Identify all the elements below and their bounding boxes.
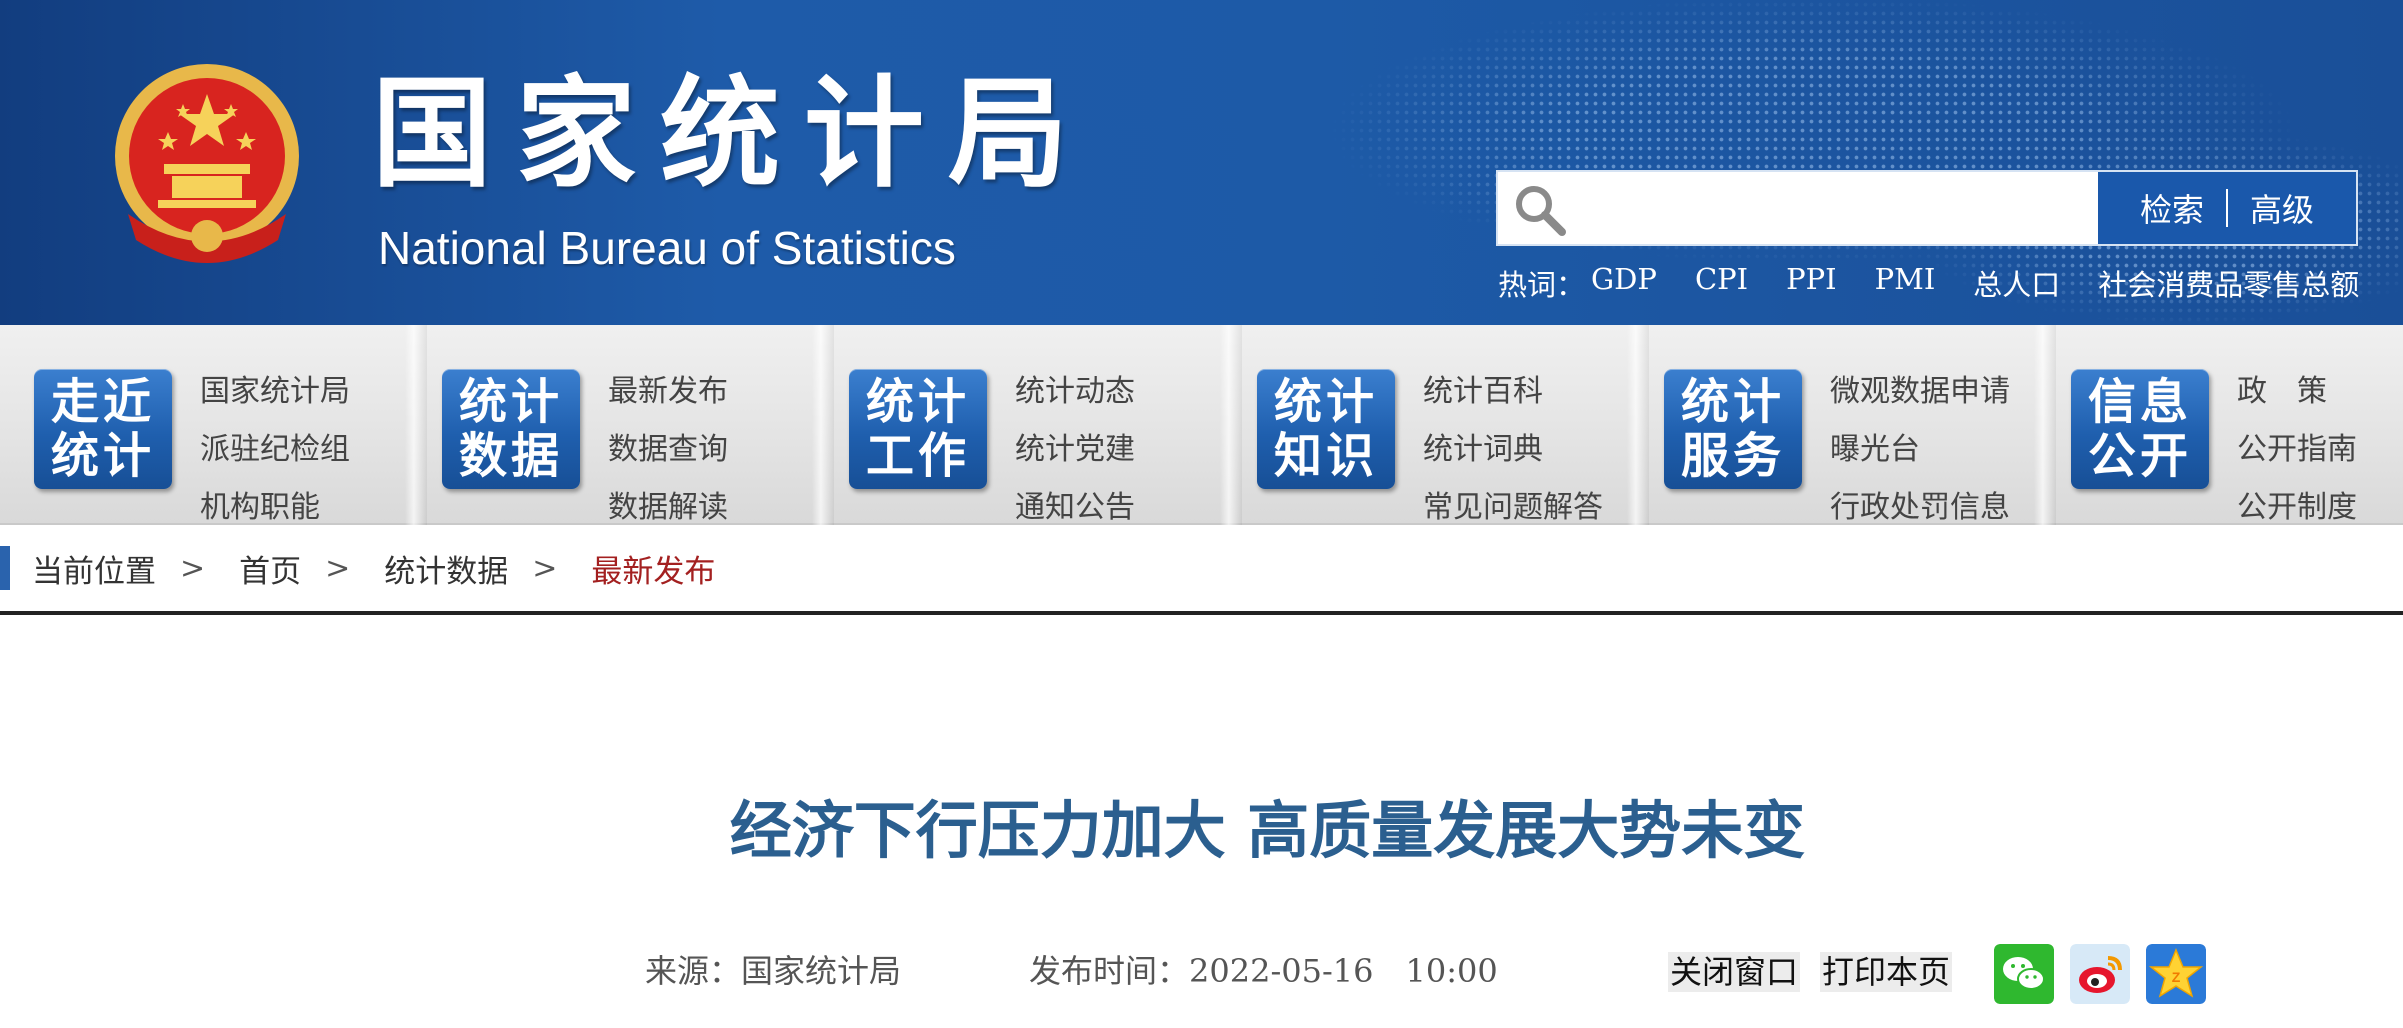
nav-tile-line: 统计 xyxy=(458,374,563,430)
hot-words-label: 热词： xyxy=(1498,268,1586,302)
article-source: 来源：国家统计局 xyxy=(645,952,902,990)
qzone-icon[interactable]: Z xyxy=(2146,944,2206,1004)
nav-link[interactable]: 统计党建 xyxy=(1015,421,1135,479)
hot-word-link[interactable]: PPI xyxy=(1786,262,1836,304)
svg-text:Z: Z xyxy=(2172,969,2181,985)
article-publish-time: 发布时间：2022-05-16 10:00 xyxy=(1029,952,1498,990)
nav-tile-line: 走近 xyxy=(50,374,155,430)
nav-link[interactable]: 公开指南 xyxy=(2237,421,2357,479)
breadcrumb-separator: > xyxy=(180,550,206,586)
search-icon xyxy=(1516,186,1566,236)
nav-tile-data[interactable]: 统计 数据 xyxy=(442,369,580,489)
wechat-icon[interactable] xyxy=(1994,944,2054,1004)
nav-links: 国家统计局 派驻纪检组 机构职能 xyxy=(200,363,350,537)
breadcrumb: 当前位置 > 首页 > 统计数据 > 最新发布 xyxy=(0,525,2403,615)
hot-word-link[interactable]: 总人口 xyxy=(1973,262,2060,304)
nav-tile-work[interactable]: 统计 工作 xyxy=(849,369,987,489)
site-header: 国家统计局 National Bureau of Statistics 检索 高… xyxy=(0,0,2403,325)
nav-link[interactable]: 最新发布 xyxy=(608,363,728,421)
nav-link[interactable]: 派驻纪检组 xyxy=(200,421,350,479)
breadcrumb-current[interactable]: 最新发布 xyxy=(591,546,715,591)
nav-tile-line: 统计 xyxy=(50,428,155,484)
nav-tile-line: 统计 xyxy=(1273,374,1378,430)
hot-words: 热词： GDP CPI PPI PMI 总人口 社会消费品零售总额 xyxy=(1498,262,2359,304)
nav-link[interactable]: 数据查询 xyxy=(608,421,728,479)
hot-word-link[interactable]: 社会消费品零售总额 xyxy=(2098,262,2359,304)
nav-links: 统计动态 统计党建 通知公告 xyxy=(1015,363,1135,537)
national-emblem-icon xyxy=(115,64,299,263)
nav-link[interactable]: 曝光台 xyxy=(1830,421,2010,479)
hot-word-link[interactable]: PMI xyxy=(1875,262,1936,304)
nav-tile-line: 工作 xyxy=(865,428,970,484)
nav-tile-line: 公开 xyxy=(2087,428,2192,484)
weibo-icon[interactable] xyxy=(2070,944,2130,1004)
advanced-search-button[interactable]: 高级 xyxy=(2250,185,2314,231)
nav-links: 政 策 公开指南 公开制度 xyxy=(2237,363,2357,537)
nav-tile-about[interactable]: 走近 统计 xyxy=(34,369,172,489)
nav-link[interactable]: 统计词典 xyxy=(1423,421,1603,479)
nav-tile-disclosure[interactable]: 信息 公开 xyxy=(2071,369,2209,489)
nav-links: 微观数据申请 曝光台 行政处罚信息 xyxy=(1830,363,2010,537)
breadcrumb-marker xyxy=(0,546,10,590)
nav-tile-line: 信息 xyxy=(2087,374,2192,430)
search-buttons: 检索 高级 xyxy=(2098,172,2356,244)
article-title: 经济下行压力加大 高质量发展大势未变 xyxy=(729,794,1806,867)
nav-tile-line: 数据 xyxy=(458,428,563,484)
search-button-divider xyxy=(2226,189,2228,227)
nav-link[interactable]: 统计动态 xyxy=(1015,363,1135,421)
nav-links: 统计百科 统计词典 常见问题解答 xyxy=(1423,363,1603,537)
site-title-chinese: 国家统计局 xyxy=(372,65,1092,204)
article-meta: 来源：国家统计局 发布时间：2022-05-16 10:00 xyxy=(645,946,1498,992)
nav-divider xyxy=(405,325,427,525)
nav-tile-line: 知识 xyxy=(1273,428,1378,484)
breadcrumb-item-home[interactable]: 首页 xyxy=(239,546,301,591)
nav-tile-service[interactable]: 统计 服务 xyxy=(1664,369,1802,489)
breadcrumb-separator: > xyxy=(532,550,558,586)
search-button[interactable]: 检索 xyxy=(2140,185,2204,231)
nav-divider xyxy=(812,325,834,525)
nav-divider xyxy=(1220,325,1242,525)
search-bar: 检索 高级 xyxy=(1496,170,2358,246)
breadcrumb-separator: > xyxy=(325,550,351,586)
nav-links: 最新发布 数据查询 数据解读 xyxy=(608,363,728,537)
hot-word-link[interactable]: CPI xyxy=(1695,262,1748,304)
close-window-button[interactable]: 关闭窗口 xyxy=(1668,952,1801,992)
nav-link[interactable]: 统计百科 xyxy=(1423,363,1603,421)
print-page-button[interactable]: 打印本页 xyxy=(1820,952,1953,992)
nav-tile-line: 统计 xyxy=(865,374,970,430)
main-navigation: 走近 统计 国家统计局 派驻纪检组 机构职能 统计 数据 最新发布 数据查询 数… xyxy=(0,325,2403,525)
nav-link[interactable]: 微观数据申请 xyxy=(1830,363,2010,421)
hot-word-link[interactable]: GDP xyxy=(1591,262,1657,304)
nav-divider xyxy=(1627,325,1649,525)
nav-link[interactable]: 国家统计局 xyxy=(200,363,350,421)
breadcrumb-label: 当前位置 xyxy=(32,553,156,590)
nav-divider xyxy=(2034,325,2056,525)
nav-tile-line: 服务 xyxy=(1680,428,1785,484)
site-title-english: National Bureau of Statistics xyxy=(378,222,956,274)
breadcrumb-item-statistics[interactable]: 统计数据 xyxy=(384,546,508,591)
nav-link[interactable]: 政 策 xyxy=(2237,363,2357,421)
nav-tile-knowledge[interactable]: 统计 知识 xyxy=(1257,369,1395,489)
nav-tile-line: 统计 xyxy=(1680,374,1785,430)
